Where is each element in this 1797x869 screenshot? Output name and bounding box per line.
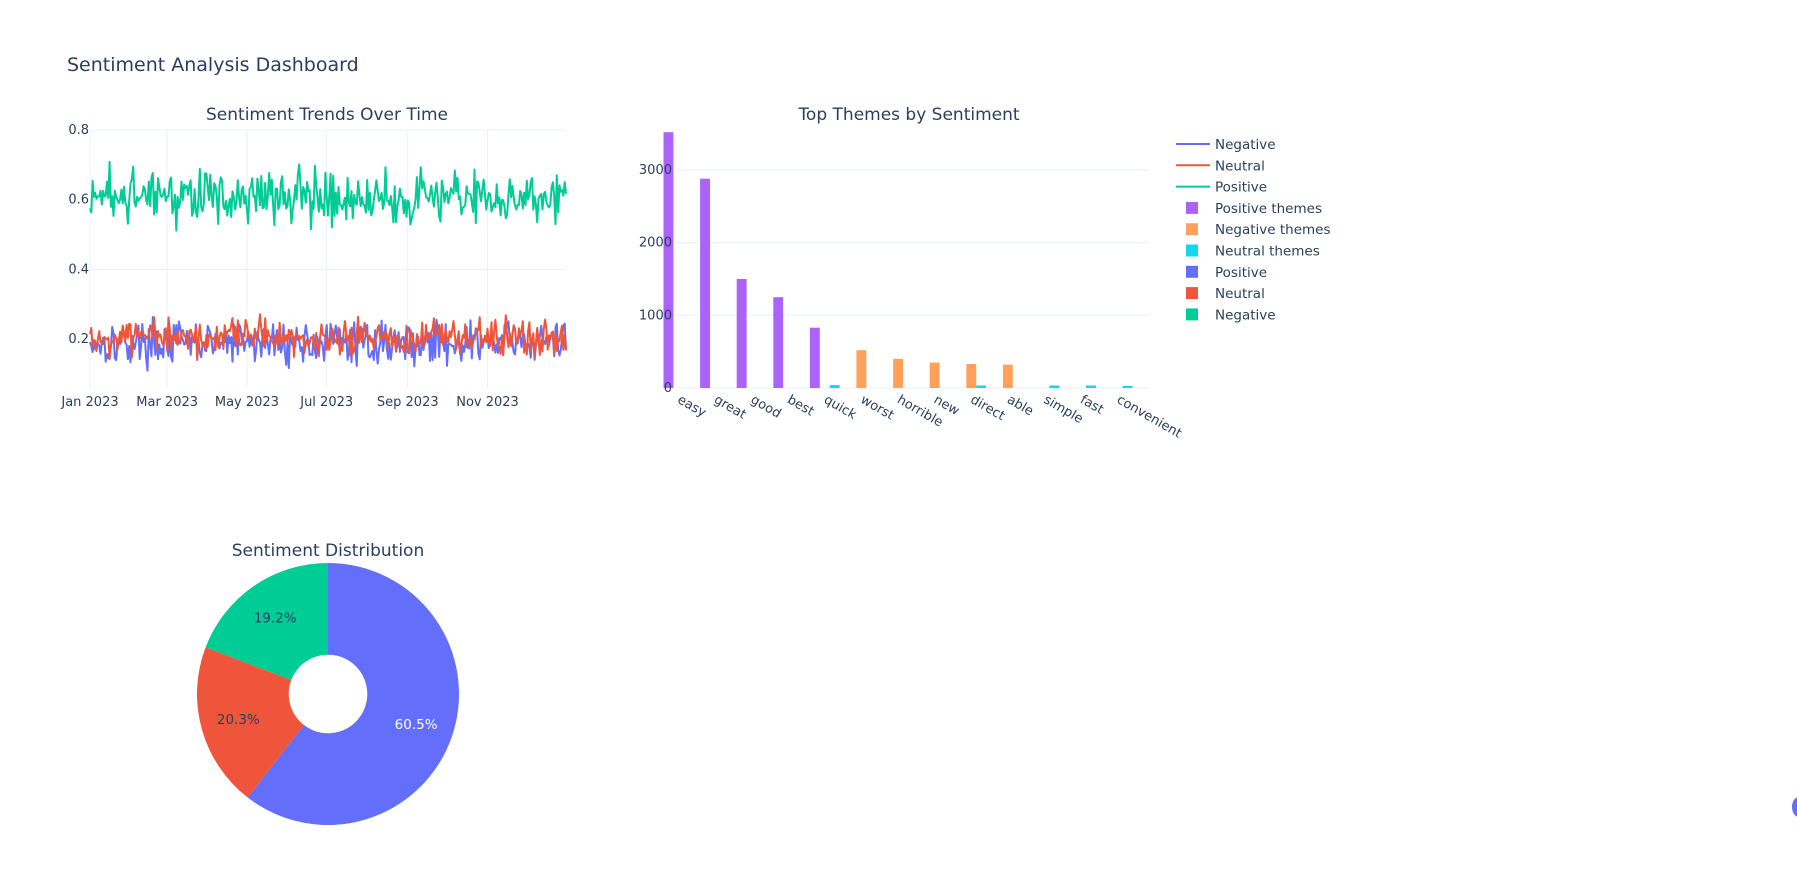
legend-item[interactable]: Negative <box>1176 137 1276 153</box>
bar-x-tick-label: best <box>785 392 817 419</box>
line-y-tick-label: 0.8 <box>68 123 89 138</box>
pie-slice-label: 20.3% <box>217 712 260 728</box>
line-chart-y-ticks: 0.2 0.4 0.6 0.8 <box>68 123 89 347</box>
line-x-tick-label: Jul 2023 <box>299 395 353 410</box>
bar-convenient-neutral-themes <box>1122 385 1133 388</box>
bar-best-positive-themes <box>773 297 784 388</box>
dashboard-title: Sentiment Analysis Dashboard <box>67 54 359 76</box>
pie-slice-label: 60.5% <box>395 717 438 733</box>
pie-chart-panel: Sentiment Distribution 60.5% 20.3% 19.2% <box>197 541 459 825</box>
legend-box-swatch <box>1186 201 1198 214</box>
bar-x-tick-label: easy <box>675 392 709 420</box>
legend-item[interactable]: Positive <box>1176 180 1267 196</box>
legend-item[interactable]: Negative themes <box>1186 222 1331 238</box>
bar-simple-neutral-themes <box>1049 385 1060 388</box>
bar-fast-neutral-themes <box>1086 385 1096 388</box>
legend-label: Negative <box>1215 307 1276 323</box>
bar-x-tick-label: great <box>711 392 748 422</box>
line-series-positive <box>89 160 567 232</box>
legend-label: Neutral themes <box>1215 244 1320 260</box>
bar-new-negative-themes <box>929 362 940 388</box>
bar-y-tick-label: 3000 <box>639 163 672 178</box>
line-x-tick-label: May 2023 <box>215 395 279 410</box>
bar-x-tick-label: worst <box>858 392 897 423</box>
bar-y-tick-label: 0 <box>664 381 672 396</box>
legend-label: Neutral <box>1215 158 1265 174</box>
bar-direct-neutral-themes <box>976 385 987 388</box>
line-y-tick-label: 0.6 <box>68 193 89 208</box>
legend-label: Positive <box>1215 265 1267 281</box>
bar-chart-panel: Top Themes by Sentiment 0 1000 2000 3000 ea… <box>639 105 1184 442</box>
bar-y-tick-label: 1000 <box>639 308 672 323</box>
legend-item[interactable]: Neutral <box>1176 158 1265 174</box>
line-chart-x-ticks: Jan 2023 Mar 2023 May 2023 Jul 2023 Sep 2023… <box>60 395 518 410</box>
bar-worst-negative-themes <box>856 350 867 388</box>
line-x-tick-label: Nov 2023 <box>456 395 519 410</box>
bar-horrible-negative-themes <box>893 358 903 388</box>
line-chart-title: Sentiment Trends Over Time <box>206 105 448 125</box>
legend-item[interactable]: Negative <box>1186 307 1276 323</box>
line-x-tick-label: Mar 2023 <box>136 395 198 410</box>
bar-x-tick-label: direct <box>968 392 1008 424</box>
bar-quick-neutral-themes <box>829 385 840 388</box>
bar-great-positive-themes <box>700 178 710 388</box>
bar-x-tick-label: good <box>748 392 784 421</box>
bar-chart-bars <box>663 132 1133 388</box>
pie-chart-title: Sentiment Distribution <box>232 541 424 561</box>
legend-label: Negative themes <box>1215 222 1331 238</box>
legend-label: Neutral <box>1215 286 1265 302</box>
bar-quick-positive-themes <box>809 327 820 388</box>
line-y-tick-label: 0.2 <box>68 332 89 347</box>
line-x-tick-label: Jan 2023 <box>60 395 118 410</box>
chart-legend: Negative Neutral Positive Positive themes Ne… <box>1176 137 1331 323</box>
legend-label: Positive <box>1215 180 1267 196</box>
legend-label: Positive themes <box>1215 201 1322 217</box>
legend-box-swatch <box>1186 308 1198 321</box>
legend-item[interactable]: Neutral themes <box>1186 244 1320 260</box>
bar-x-tick-label: convenient <box>1114 392 1184 441</box>
legend-item[interactable]: Neutral <box>1186 286 1265 302</box>
legend-box-swatch <box>1186 244 1198 257</box>
legend-item[interactable]: Positive themes <box>1186 201 1322 217</box>
legend-label: Negative <box>1215 137 1276 153</box>
bar-direct-negative-themes <box>966 364 977 388</box>
line-y-tick-label: 0.4 <box>68 262 89 277</box>
line-x-tick-label: Sep 2023 <box>377 395 439 410</box>
bar-x-tick-label: able <box>1004 392 1036 419</box>
line-chart-panel: Sentiment Trends Over Time 0.20.40.60.8 … <box>60 105 567 410</box>
legend-box-swatch <box>1186 223 1198 236</box>
bar-able-negative-themes <box>1002 364 1013 388</box>
bar-good-positive-themes <box>736 279 747 388</box>
legend-item[interactable]: Positive <box>1186 265 1267 281</box>
bar-x-tick-label: quick <box>821 392 859 423</box>
bar-chart-title: Top Themes by Sentiment <box>797 105 1019 125</box>
bar-x-tick-label: simple <box>1041 392 1086 426</box>
legend-box-swatch <box>1186 287 1198 300</box>
pie-slice-label: 19.2% <box>254 610 297 626</box>
pie-chart-slices <box>197 563 459 825</box>
dashboard-figure: Sentiment Analysis Dashboard Sentiment T… <box>60 54 1331 825</box>
bar-chart-x-ticks: easy great good best quickworsthorriblenew di… <box>675 392 1184 441</box>
legend-box-swatch <box>1186 265 1198 278</box>
bar-y-tick-label: 2000 <box>639 236 672 251</box>
